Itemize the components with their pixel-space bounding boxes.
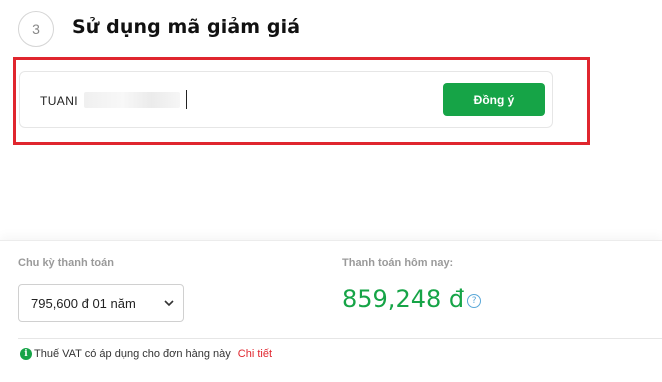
coupon-code-redaction [84, 92, 180, 108]
help-icon[interactable]: ? [467, 294, 482, 308]
billing-cycle-select[interactable]: 795,600 đ 01 năm [18, 284, 184, 322]
section-title: Sử dụng mã giảm giá [72, 16, 301, 38]
vat-notice: i Thuế VAT có áp dụng cho đơn hàng này C… [20, 348, 272, 360]
chevron-down-icon [164, 300, 174, 307]
pay-today-amount: 859,248 đ [342, 285, 465, 313]
vat-details-link[interactable]: Chi tiết [238, 348, 272, 360]
step-number-badge: 3 [18, 11, 54, 47]
pay-today-amount-row: 859,248 đ ? [342, 285, 482, 313]
payment-summary-panel: Chu kỳ thanh toán 795,600 đ 01 năm Thanh… [0, 240, 662, 382]
billing-cycle-value: 795,600 đ 01 năm [31, 295, 136, 311]
divider [18, 338, 662, 339]
billing-cycle-label: Chu kỳ thanh toán [18, 257, 114, 269]
info-icon: i [20, 348, 32, 360]
pay-today-label: Thanh toán hôm nay: [342, 257, 454, 269]
vat-notice-text: Thuế VAT có áp dụng cho đơn hàng này [34, 348, 231, 360]
coupon-card: Đồng ý [19, 71, 553, 128]
apply-coupon-button[interactable]: Đồng ý [443, 83, 545, 116]
step-number: 3 [32, 21, 40, 37]
text-caret [186, 90, 187, 109]
